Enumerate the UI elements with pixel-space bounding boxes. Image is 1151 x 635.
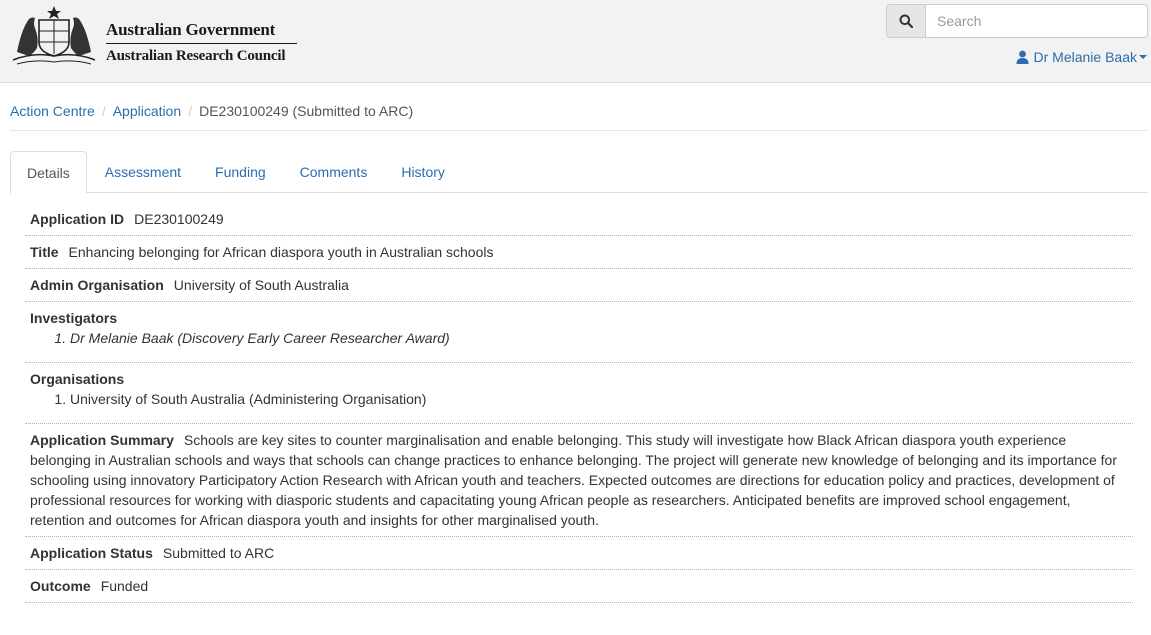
user-menu[interactable]: Dr Melanie Baak [1016, 49, 1147, 65]
application-status-value: Submitted to ARC [162, 545, 275, 561]
application-summary-label: Application Summary [30, 432, 174, 448]
investigators-label: Investigators [30, 310, 118, 326]
tab-details[interactable]: Details [10, 151, 87, 194]
search-icon [899, 14, 913, 28]
breadcrumb-action-centre[interactable]: Action Centre [10, 103, 95, 119]
user-name: Dr Melanie Baak [1033, 49, 1138, 65]
application-status-label: Application Status [30, 545, 153, 561]
council-name: Australian Research Council [106, 48, 286, 64]
title-row: Title Enhancing belonging for African dia… [25, 236, 1133, 269]
application-summary-row: Application Summary Schools are key sites… [25, 424, 1133, 537]
chevron-down-icon [1139, 55, 1147, 59]
search-button[interactable] [886, 4, 926, 38]
breadcrumb-separator: / [101, 103, 106, 119]
search-input[interactable] [925, 4, 1148, 38]
investigators-row: Investigators Dr Melanie Baak (Discovery… [25, 302, 1133, 363]
gov-name: Australian Government [106, 20, 276, 39]
tab-assessment[interactable]: Assessment [89, 151, 197, 193]
admin-organisation-label: Admin Organisation [30, 277, 164, 293]
organisations-row: Organisations University of South Austra… [25, 363, 1133, 424]
application-id-label: Application ID [30, 211, 125, 227]
application-id-value: DE230100249 [134, 211, 224, 227]
outcome-value: Funded [100, 578, 149, 594]
tab-history[interactable]: History [385, 151, 461, 193]
site-header: Australian Government Australian Researc… [0, 0, 1151, 83]
application-details: Application ID DE230100249 Title Enhancing… [25, 203, 1133, 603]
application-summary-value: Schools are key sites to counter margina… [30, 432, 1117, 528]
organisation-item: University of South Australia (Administe… [70, 389, 1128, 409]
breadcrumb-separator: / [188, 103, 193, 119]
admin-organisation-row: Admin Organisation University of South Au… [25, 269, 1133, 302]
title-value: Enhancing belonging for African diaspora… [68, 244, 494, 260]
user-icon [1016, 50, 1029, 64]
breadcrumb: Action Centre / Application / DE230100249 (S… [10, 103, 1148, 131]
organisations-list: University of South Australia (Administe… [30, 389, 1128, 409]
investigators-list: Dr Melanie Baak (Discovery Early Career … [30, 328, 1128, 348]
application-status-row: Application Status Submitted to ARC [25, 537, 1133, 570]
tab-comments[interactable]: Comments [284, 151, 384, 193]
outcome-row: Outcome Funded [25, 570, 1133, 603]
breadcrumb-current: DE230100249 (Submitted to ARC) [199, 103, 414, 119]
tab-bar: Details Assessment Funding Comments Hist… [10, 151, 1148, 194]
header-divider [106, 43, 297, 44]
coat-of-arms-icon [12, 6, 96, 65]
title-label: Title [30, 244, 59, 260]
application-id-row: Application ID DE230100249 [25, 203, 1133, 236]
admin-organisation-value: University of South Australia [173, 277, 349, 293]
outcome-label: Outcome [30, 578, 91, 594]
investigator-item: Dr Melanie Baak (Discovery Early Career … [70, 328, 1128, 348]
organisations-label: Organisations [30, 371, 125, 387]
tab-funding[interactable]: Funding [199, 151, 282, 193]
breadcrumb-application[interactable]: Application [113, 103, 182, 119]
